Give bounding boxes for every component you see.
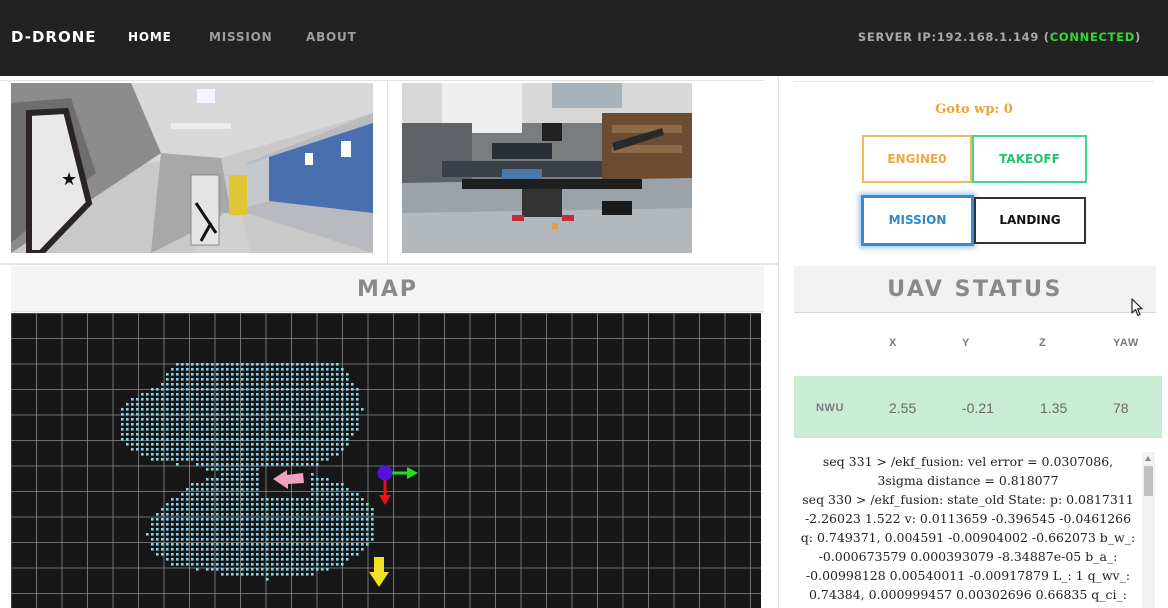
divider [0,263,778,265]
landing-button[interactable]: LANDING [974,197,1086,244]
column-header-z: Z [1039,337,1047,349]
scroll-up-arrow-icon[interactable] [1145,456,1151,461]
log-line: seq 331 > /ekf_fusion: vel error = 0.030… [822,454,1114,488]
waypoint-arrow-marker [369,557,389,587]
log-console[interactable]: seq 331 > /ekf_fusion: vel error = 0.030… [800,452,1136,608]
uav-status-title: UAV STATUS [887,277,1063,302]
takeoff-button[interactable]: TAKEOFF [972,135,1087,183]
column-header-yaw: YAW [1113,337,1139,349]
divider [0,80,764,81]
status-row-nwu: NWU 2.55 -0.21 1.35 78 [794,376,1162,438]
log-scrollbar[interactable] [1142,452,1155,608]
drone-position-marker [377,465,418,505]
engine-button[interactable]: ENGINE0 [862,135,972,183]
server-ip-label: SERVER IP:192.168.1.149 ( [857,30,1050,44]
drone-camera-view [402,83,692,253]
server-status: SERVER IP:192.168.1.149 (CONNECTED) [858,30,1141,44]
hallway-camera-view: ★ [11,83,373,253]
value-yaw: 78 [1113,400,1129,416]
log-line: seq 330 > /ekf_fusion: state_old State: … [800,492,1136,602]
mouse-cursor-icon [1131,298,1143,317]
row-label: NWU [816,402,845,414]
server-status-close: ) [1135,30,1141,44]
svg-text:★: ★ [61,169,77,189]
nav-link-mission[interactable]: MISSION [209,30,272,44]
occupancy-points [121,363,374,581]
column-header-x: X [889,337,897,349]
uav-status-header: UAV STATUS [794,266,1156,313]
column-header-y: Y [962,337,970,349]
value-y: -0.21 [962,400,994,416]
navbar: D-DRONE HOME MISSION ABOUT SERVER IP:192… [0,0,1168,76]
map-header: MAP [11,266,764,312]
goto-waypoint-label: Goto wp: 0 [935,102,1013,117]
divider [387,80,388,263]
nav-link-home[interactable]: HOME [128,30,172,44]
divider [794,81,1154,82]
map-grid [11,313,761,608]
scroll-thumb[interactable] [1144,466,1153,496]
value-x: 2.55 [889,400,917,416]
mission-button[interactable]: MISSION [861,195,974,246]
pose-arrow-marker [273,470,304,489]
map-title: MAP [356,277,419,302]
map-canvas[interactable] [11,313,761,608]
nav-link-about[interactable]: ABOUT [306,30,357,44]
divider [778,76,779,608]
connection-status: CONNECTED [1049,30,1136,44]
value-z: 1.35 [1040,400,1068,416]
brand-logo[interactable]: D-DRONE [11,28,97,46]
